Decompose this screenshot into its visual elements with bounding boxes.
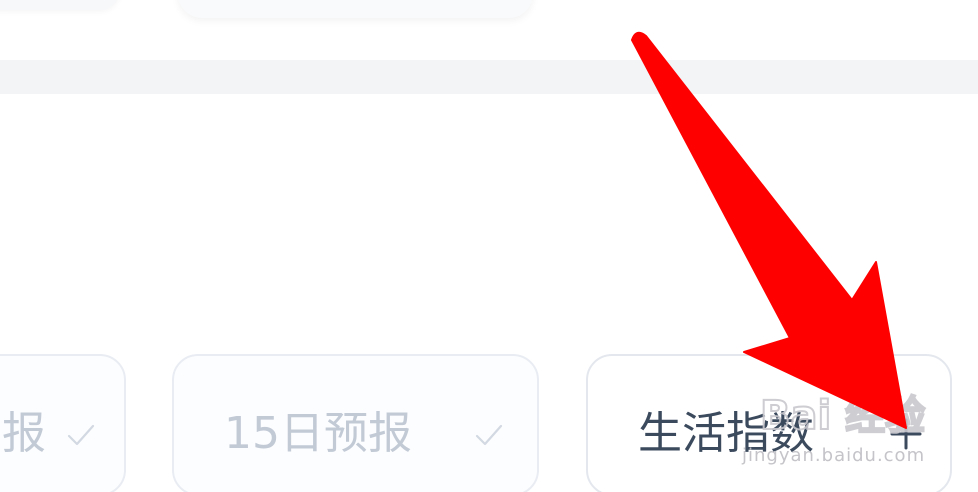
check-icon [67, 424, 95, 446]
module-card-label: 报 [2, 408, 46, 459]
weather-settings-screen: 报 15日预报 生活指数 Bai 经验 jingyan.baidu.com [0, 0, 978, 492]
module-card-label: 15日预报 [224, 408, 412, 459]
section-separator [0, 60, 978, 94]
watermark-logo-text: Bai 经验 [760, 393, 925, 439]
module-card-15day-forecast[interactable]: 15日预报 [172, 354, 539, 492]
module-card-forecast[interactable]: 报 [0, 354, 126, 492]
watermark-url: jingyan.baidu.com [742, 445, 926, 466]
top-control-center [178, 0, 533, 18]
top-control-left [0, 0, 120, 10]
check-icon [475, 424, 503, 446]
watermark-logo: Bai 经验 [760, 392, 926, 440]
